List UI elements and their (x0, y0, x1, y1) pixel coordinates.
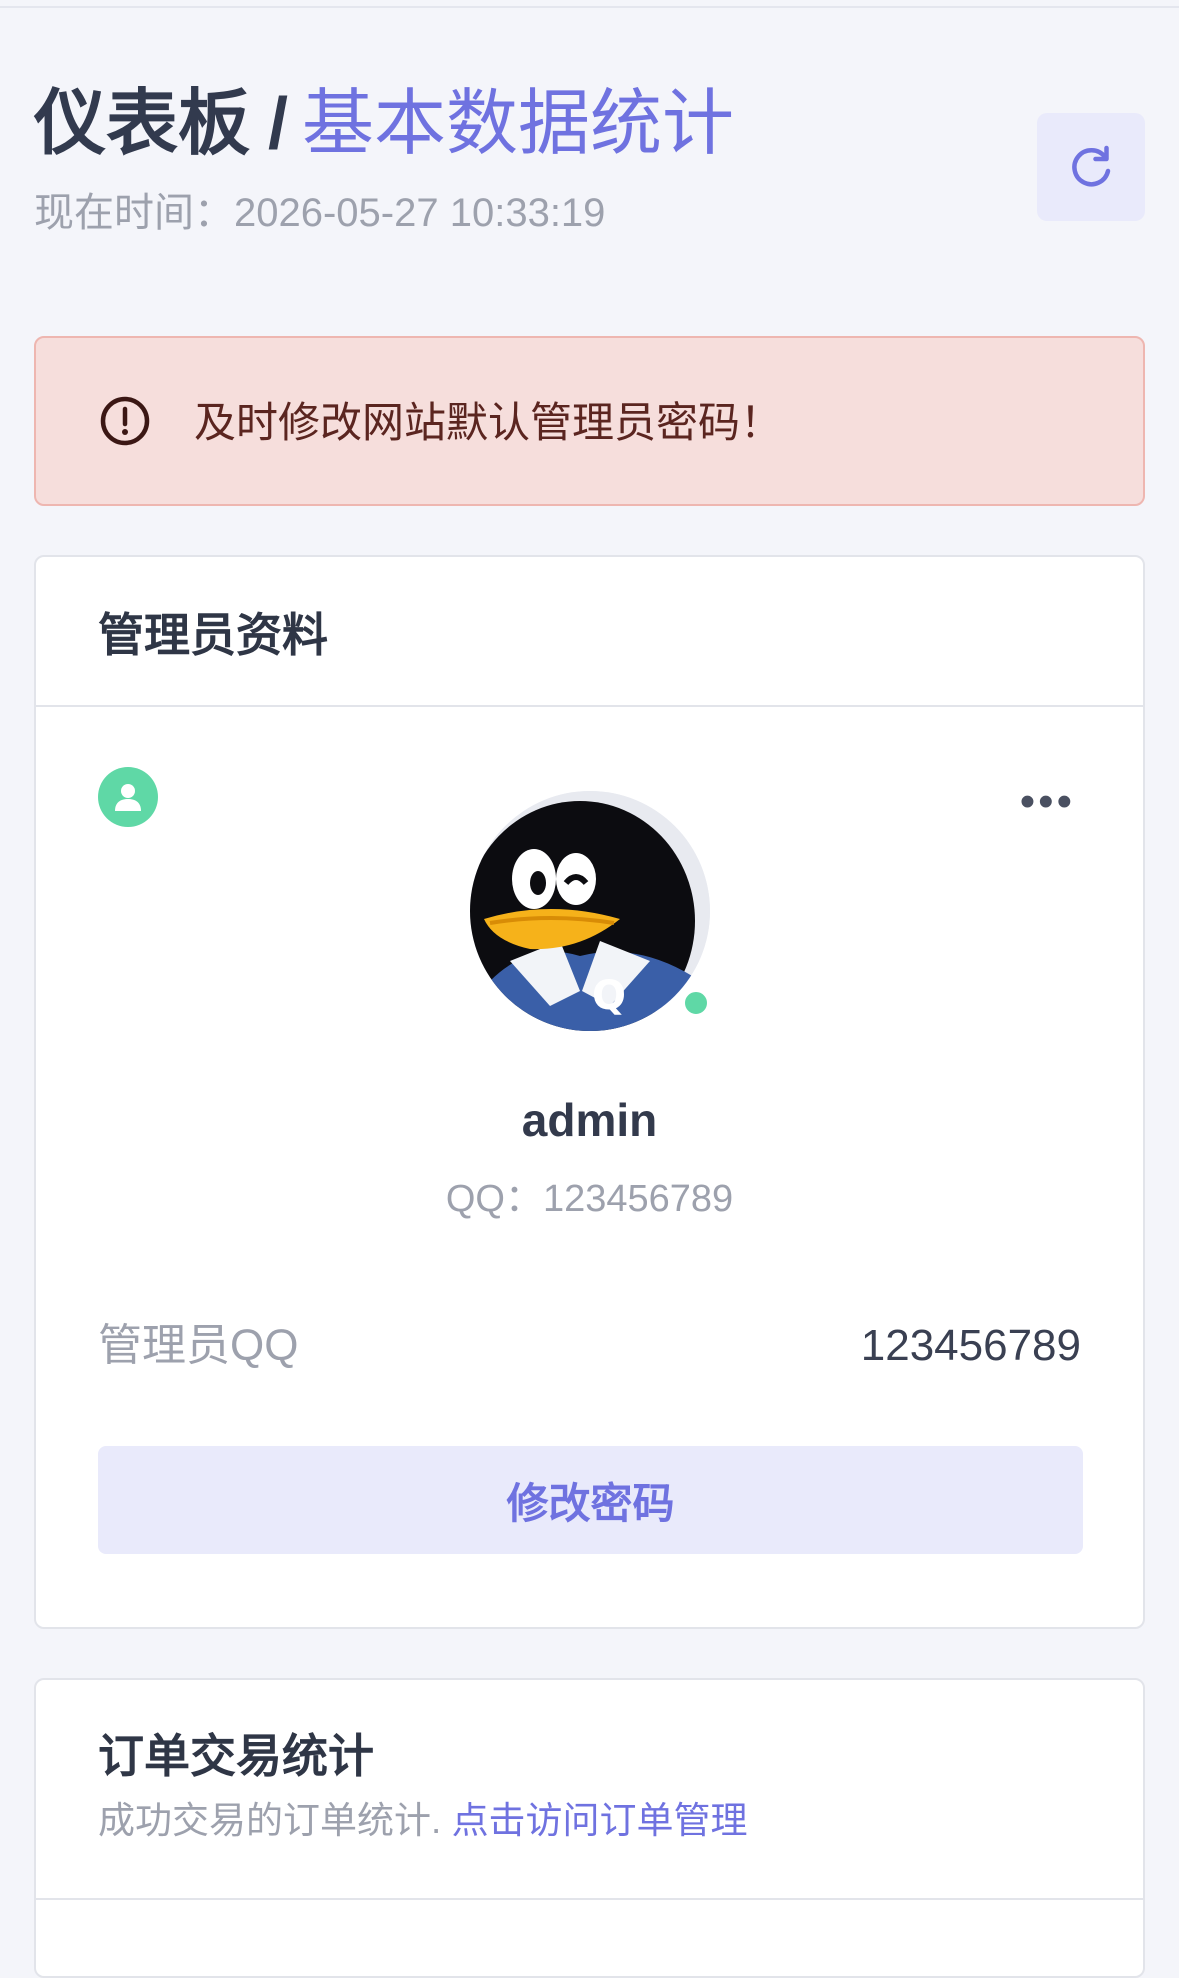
divider (36, 1898, 1143, 1900)
svg-text:Q: Q (592, 973, 626, 1019)
refresh-button[interactable] (1037, 113, 1145, 221)
top-border (0, 0, 1179, 8)
avatar-image: Q (470, 791, 710, 1031)
card-description: 成功交易的订单统计. 点击访问订单管理 (98, 1798, 748, 1844)
page-title: 仪表板 / 基本数据统计 (34, 80, 734, 168)
order-management-link[interactable]: 点击访问订单管理 (452, 1800, 748, 1841)
online-status-dot (680, 987, 712, 1019)
card-title: 订单交易统计 (98, 1730, 374, 1782)
page-header: 仪表板 / 基本数据统计 现在时间：2026-05-27 10:33:19 (34, 80, 1145, 250)
user-icon (98, 767, 158, 827)
admin-profile-card: 管理员资料 ••• Q admin QQ：123456789 管理员QQ 123… (34, 555, 1145, 1629)
admin-qq-line: QQ：123456789 (36, 1175, 1143, 1223)
person-icon (115, 784, 141, 811)
change-password-button[interactable]: 修改密码 (98, 1446, 1083, 1554)
time-value: 2026-05-27 10:33:19 (234, 191, 606, 235)
order-stats-card: 订单交易统计 成功交易的订单统计. 点击访问订单管理 (34, 1678, 1145, 1978)
refresh-icon (1072, 145, 1111, 187)
desc-text: 成功交易的订单统计. (98, 1800, 452, 1841)
qq-value: 123456789 (542, 1178, 734, 1220)
title-separator: / (268, 84, 289, 164)
title-main: 仪表板 (34, 84, 251, 164)
password-warning-alert: 及时修改网站默认管理员密码！ (34, 336, 1145, 506)
penguin-avatar-icon: Q (470, 791, 710, 1031)
title-sub: 基本数据统计 (302, 84, 735, 164)
more-options-icon[interactable]: ••• (1020, 780, 1075, 824)
qq-label: QQ： (445, 1178, 543, 1220)
current-time: 现在时间：2026-05-27 10:33:19 (34, 188, 605, 238)
card-header: 管理员资料 (36, 557, 1143, 707)
alert-circle-icon (100, 396, 150, 446)
avatar: Q (470, 791, 712, 1031)
alert-text: 及时修改网站默认管理员密码！ (194, 399, 783, 446)
time-label: 现在时间： (34, 191, 234, 235)
card-title: 管理员资料 (98, 609, 328, 661)
admin-qq-value: 123456789 (860, 1321, 1081, 1370)
admin-qq-label: 管理员QQ (98, 1321, 299, 1370)
admin-username: admin (521, 1094, 658, 1146)
